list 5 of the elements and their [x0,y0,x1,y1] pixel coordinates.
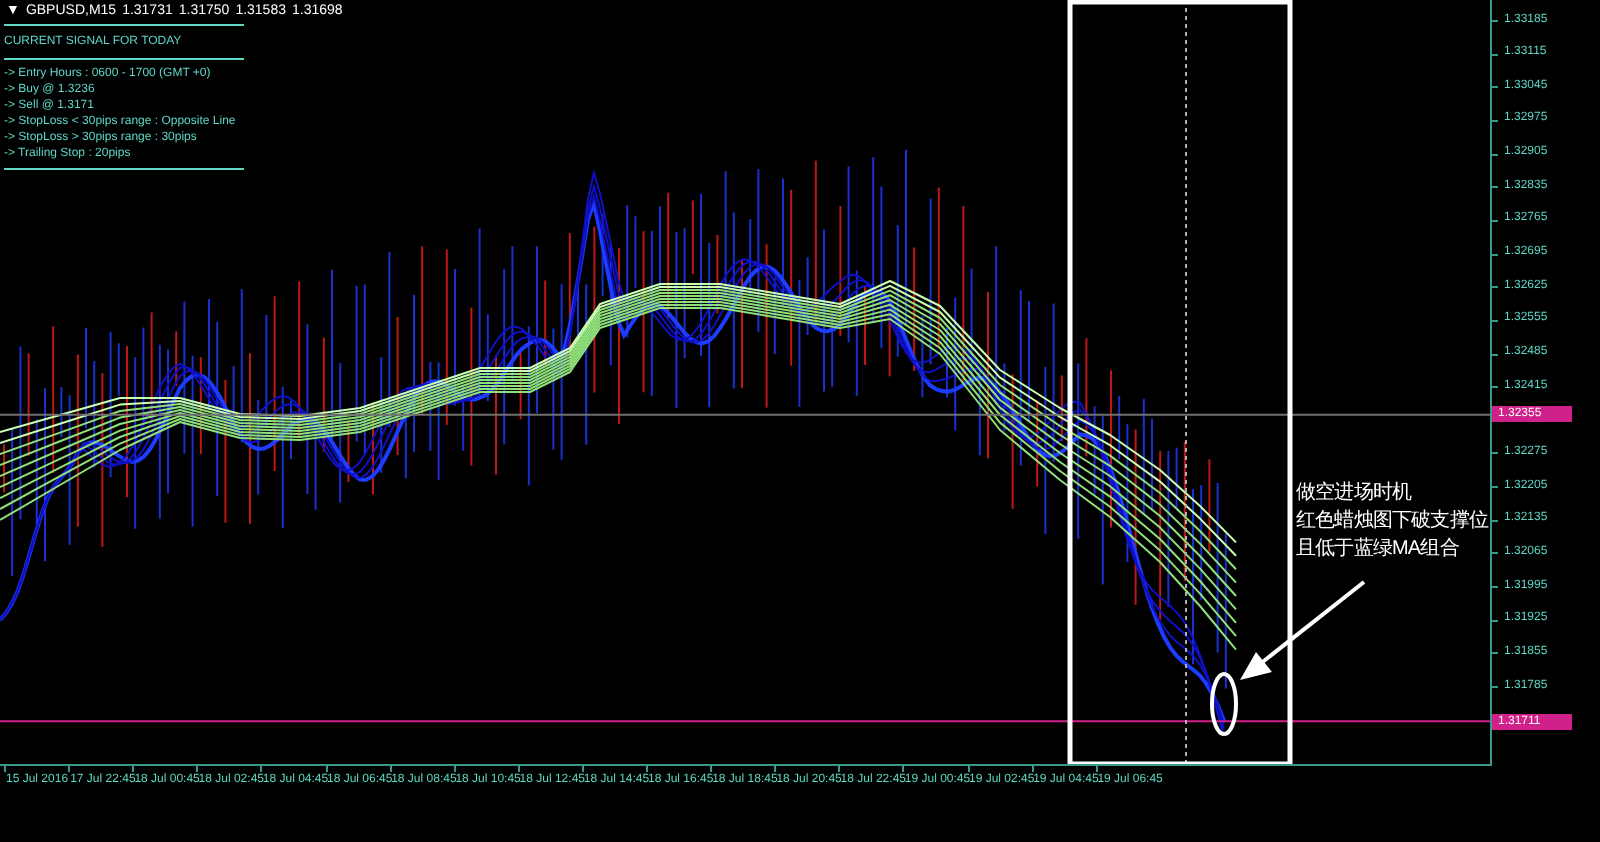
pointer-arrow [1240,580,1366,680]
annotation-text: 红色蜡烛图下破支撑位 [1296,508,1489,536]
annotation-text: 且低于蓝绿MA组合 [1296,536,1461,564]
annotation-text: 做空进场时机 [1296,480,1414,508]
highlight-ellipse [1210,672,1238,736]
